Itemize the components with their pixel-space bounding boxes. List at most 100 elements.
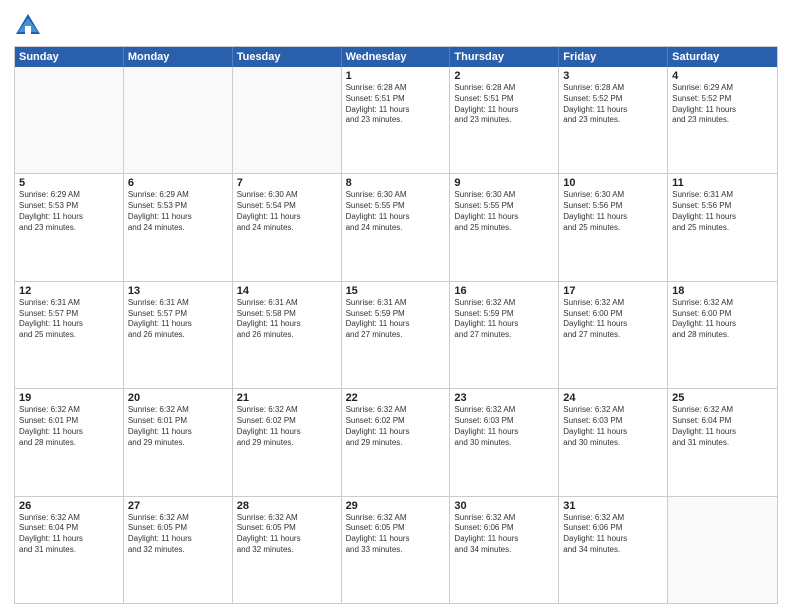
calendar: SundayMondayTuesdayWednesdayThursdayFrid… bbox=[14, 46, 778, 604]
cell-info: Sunrise: 6:32 AMSunset: 6:05 PMDaylight:… bbox=[237, 513, 337, 556]
cell-info-line: Daylight: 11 hours bbox=[346, 105, 410, 114]
cell-info-line: and 27 minutes. bbox=[346, 330, 403, 339]
calendar-cell: 8Sunrise: 6:30 AMSunset: 5:55 PMDaylight… bbox=[342, 174, 451, 280]
cell-info-line: and 34 minutes. bbox=[563, 545, 620, 554]
calendar-cell: 19Sunrise: 6:32 AMSunset: 6:01 PMDayligh… bbox=[15, 389, 124, 495]
cell-info-line: and 25 minutes. bbox=[563, 223, 620, 232]
cell-info: Sunrise: 6:32 AMSunset: 5:59 PMDaylight:… bbox=[454, 298, 554, 341]
cell-info: Sunrise: 6:32 AMSunset: 6:05 PMDaylight:… bbox=[128, 513, 228, 556]
logo-icon bbox=[14, 12, 42, 40]
day-number: 20 bbox=[128, 392, 228, 404]
cell-info: Sunrise: 6:32 AMSunset: 6:05 PMDaylight:… bbox=[346, 513, 446, 556]
cell-info-line: Sunrise: 6:28 AM bbox=[454, 83, 515, 92]
cell-info: Sunrise: 6:32 AMSunset: 6:04 PMDaylight:… bbox=[672, 405, 773, 448]
day-number: 5 bbox=[19, 177, 119, 189]
cell-info-line: Daylight: 11 hours bbox=[346, 212, 410, 221]
cell-info-line: Sunrise: 6:32 AM bbox=[346, 405, 407, 414]
cell-info-line: and 24 minutes. bbox=[128, 223, 185, 232]
cell-info-line: Daylight: 11 hours bbox=[563, 319, 627, 328]
cell-info: Sunrise: 6:28 AMSunset: 5:51 PMDaylight:… bbox=[454, 83, 554, 126]
cell-info-line: Sunrise: 6:32 AM bbox=[563, 405, 624, 414]
day-number: 30 bbox=[454, 500, 554, 512]
day-number: 9 bbox=[454, 177, 554, 189]
cell-info-line: Sunrise: 6:32 AM bbox=[672, 405, 733, 414]
cell-info-line: Sunrise: 6:32 AM bbox=[237, 513, 298, 522]
cell-info-line: Daylight: 11 hours bbox=[454, 319, 518, 328]
cell-info-line: Daylight: 11 hours bbox=[19, 534, 83, 543]
cell-info-line: and 27 minutes. bbox=[454, 330, 511, 339]
cell-info-line: and 32 minutes. bbox=[128, 545, 185, 554]
day-number: 1 bbox=[346, 70, 446, 82]
cell-info-line: and 23 minutes. bbox=[346, 115, 403, 124]
cell-info-line: Daylight: 11 hours bbox=[128, 534, 192, 543]
cell-info-line: Sunset: 5:52 PM bbox=[672, 94, 731, 103]
cell-info-line: Daylight: 11 hours bbox=[563, 534, 627, 543]
day-number: 23 bbox=[454, 392, 554, 404]
cell-info-line: Sunset: 5:58 PM bbox=[237, 309, 296, 318]
cell-info-line: Sunset: 6:01 PM bbox=[19, 416, 78, 425]
calendar-body: 1Sunrise: 6:28 AMSunset: 5:51 PMDaylight… bbox=[15, 67, 777, 603]
cell-info: Sunrise: 6:29 AMSunset: 5:53 PMDaylight:… bbox=[19, 190, 119, 233]
cell-info-line: Sunset: 6:06 PM bbox=[454, 523, 513, 532]
cell-info-line: and 28 minutes. bbox=[19, 438, 76, 447]
day-number: 18 bbox=[672, 285, 773, 297]
calendar-cell: 14Sunrise: 6:31 AMSunset: 5:58 PMDayligh… bbox=[233, 282, 342, 388]
cell-info: Sunrise: 6:30 AMSunset: 5:55 PMDaylight:… bbox=[454, 190, 554, 233]
cell-info-line: Sunset: 5:59 PM bbox=[454, 309, 513, 318]
header-day-sunday: Sunday bbox=[15, 47, 124, 67]
cell-info: Sunrise: 6:31 AMSunset: 5:57 PMDaylight:… bbox=[128, 298, 228, 341]
cell-info-line: Sunrise: 6:28 AM bbox=[563, 83, 624, 92]
cell-info-line: and 24 minutes. bbox=[237, 223, 294, 232]
day-number: 27 bbox=[128, 500, 228, 512]
cell-info-line: Sunset: 6:04 PM bbox=[19, 523, 78, 532]
calendar-cell: 16Sunrise: 6:32 AMSunset: 5:59 PMDayligh… bbox=[450, 282, 559, 388]
cell-info: Sunrise: 6:32 AMSunset: 6:00 PMDaylight:… bbox=[563, 298, 663, 341]
cell-info-line: Sunrise: 6:29 AM bbox=[672, 83, 733, 92]
cell-info-line: Daylight: 11 hours bbox=[672, 319, 736, 328]
header-day-tuesday: Tuesday bbox=[233, 47, 342, 67]
cell-info: Sunrise: 6:30 AMSunset: 5:54 PMDaylight:… bbox=[237, 190, 337, 233]
cell-info-line: Sunset: 5:54 PM bbox=[237, 201, 296, 210]
cell-info-line: Sunrise: 6:31 AM bbox=[346, 298, 407, 307]
cell-info-line: Daylight: 11 hours bbox=[563, 427, 627, 436]
cell-info-line: and 31 minutes. bbox=[19, 545, 76, 554]
day-number: 15 bbox=[346, 285, 446, 297]
cell-info-line: Daylight: 11 hours bbox=[672, 105, 736, 114]
calendar-cell: 31Sunrise: 6:32 AMSunset: 6:06 PMDayligh… bbox=[559, 497, 668, 603]
calendar-row-3: 12Sunrise: 6:31 AMSunset: 5:57 PMDayligh… bbox=[15, 282, 777, 389]
header-day-friday: Friday bbox=[559, 47, 668, 67]
cell-info-line: Sunset: 6:06 PM bbox=[563, 523, 622, 532]
calendar-cell: 24Sunrise: 6:32 AMSunset: 6:03 PMDayligh… bbox=[559, 389, 668, 495]
cell-info: Sunrise: 6:32 AMSunset: 6:00 PMDaylight:… bbox=[672, 298, 773, 341]
cell-info-line: Sunrise: 6:32 AM bbox=[672, 298, 733, 307]
day-number: 12 bbox=[19, 285, 119, 297]
cell-info-line: Daylight: 11 hours bbox=[19, 212, 83, 221]
calendar-row-5: 26Sunrise: 6:32 AMSunset: 6:04 PMDayligh… bbox=[15, 497, 777, 603]
cell-info: Sunrise: 6:28 AMSunset: 5:52 PMDaylight:… bbox=[563, 83, 663, 126]
calendar-cell: 4Sunrise: 6:29 AMSunset: 5:52 PMDaylight… bbox=[668, 67, 777, 173]
cell-info-line: Sunset: 5:55 PM bbox=[346, 201, 405, 210]
calendar-cell bbox=[15, 67, 124, 173]
cell-info-line: Sunrise: 6:32 AM bbox=[563, 298, 624, 307]
cell-info-line: Sunset: 5:57 PM bbox=[19, 309, 78, 318]
calendar-row-4: 19Sunrise: 6:32 AMSunset: 6:01 PMDayligh… bbox=[15, 389, 777, 496]
day-number: 13 bbox=[128, 285, 228, 297]
cell-info: Sunrise: 6:30 AMSunset: 5:55 PMDaylight:… bbox=[346, 190, 446, 233]
cell-info-line: and 31 minutes. bbox=[672, 438, 729, 447]
calendar-cell: 30Sunrise: 6:32 AMSunset: 6:06 PMDayligh… bbox=[450, 497, 559, 603]
calendar-cell: 1Sunrise: 6:28 AMSunset: 5:51 PMDaylight… bbox=[342, 67, 451, 173]
cell-info: Sunrise: 6:28 AMSunset: 5:51 PMDaylight:… bbox=[346, 83, 446, 126]
cell-info-line: Daylight: 11 hours bbox=[237, 319, 301, 328]
cell-info-line: Sunset: 5:53 PM bbox=[19, 201, 78, 210]
calendar-cell: 15Sunrise: 6:31 AMSunset: 5:59 PMDayligh… bbox=[342, 282, 451, 388]
calendar-cell: 28Sunrise: 6:32 AMSunset: 6:05 PMDayligh… bbox=[233, 497, 342, 603]
cell-info-line: Sunset: 6:03 PM bbox=[454, 416, 513, 425]
cell-info-line: Sunrise: 6:32 AM bbox=[237, 405, 298, 414]
cell-info: Sunrise: 6:31 AMSunset: 5:59 PMDaylight:… bbox=[346, 298, 446, 341]
cell-info-line: and 26 minutes. bbox=[128, 330, 185, 339]
day-number: 25 bbox=[672, 392, 773, 404]
cell-info-line: Daylight: 11 hours bbox=[128, 319, 192, 328]
cell-info-line: Daylight: 11 hours bbox=[237, 212, 301, 221]
cell-info-line: Daylight: 11 hours bbox=[346, 427, 410, 436]
cell-info-line: Daylight: 11 hours bbox=[454, 105, 518, 114]
